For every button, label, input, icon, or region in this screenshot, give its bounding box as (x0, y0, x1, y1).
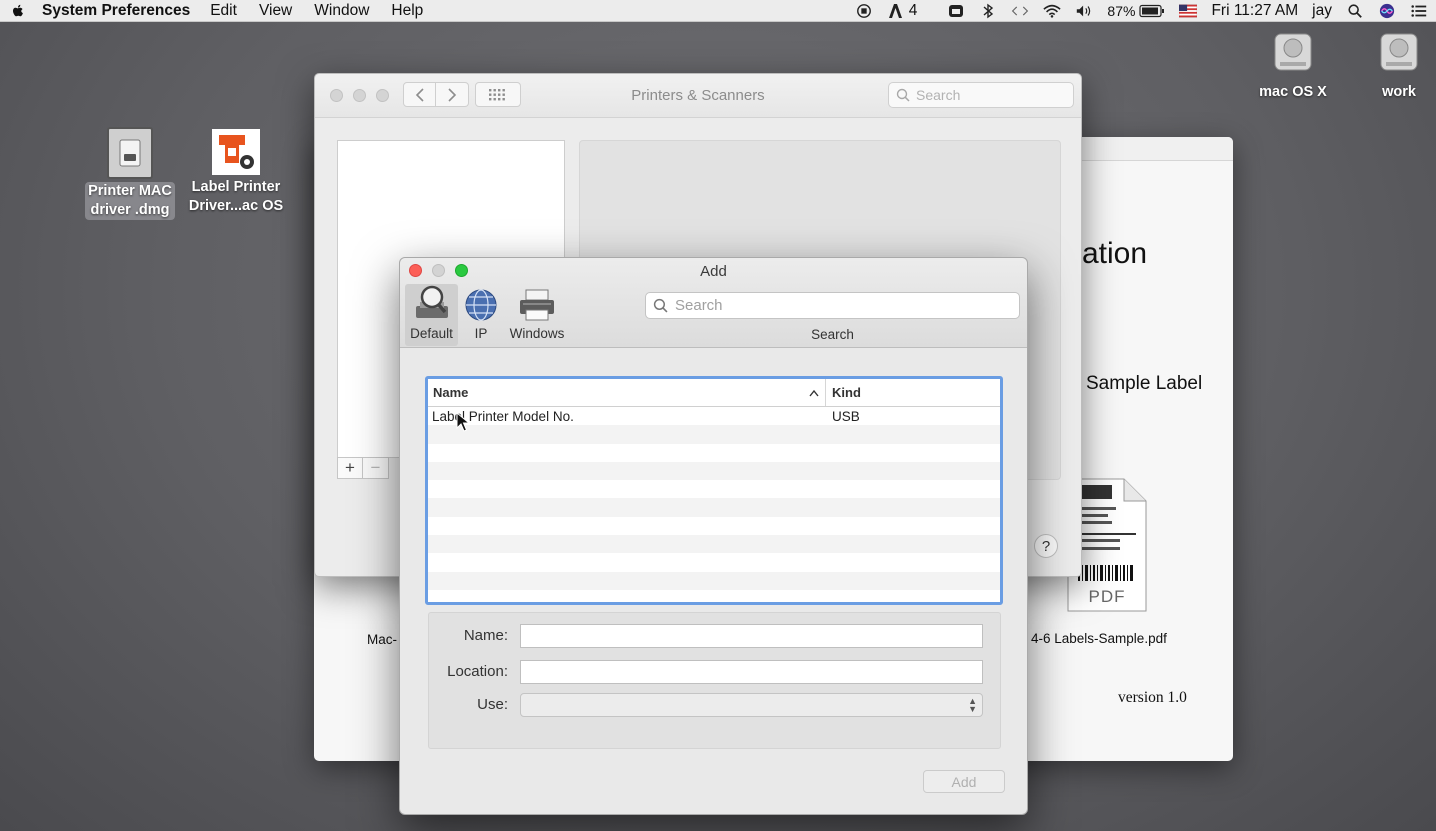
menu-view[interactable]: View (259, 2, 292, 20)
add-window-title: Add (700, 263, 727, 280)
hard-drive-icon (1256, 30, 1330, 80)
menu-bar: System Preferences Edit View Window Help… (0, 0, 1436, 22)
installer-version: version 1.0 (1118, 689, 1187, 706)
desktop-icon-label: mac OS X (1259, 84, 1327, 100)
column-header-name[interactable]: Name (428, 379, 826, 406)
updown-chevron-icon: ▲ ▼ (968, 696, 977, 714)
label-printer-installer-icon (212, 129, 260, 175)
desktop-icon-label-line2: Driver...ac OS (188, 198, 284, 214)
prefs-search-field[interactable]: Search (888, 82, 1074, 108)
hard-drive-icon (1368, 30, 1430, 80)
search-icon (653, 298, 668, 313)
printer-info-form: Name: Location: Use: ▲ ▼ (428, 612, 1001, 749)
table-row-empty (428, 425, 1000, 444)
installer-left-label: Mac- (367, 632, 397, 647)
add-search-placeholder: Search (675, 297, 723, 314)
adobe-creative-cloud-icon[interactable]: 4 (887, 1, 918, 20)
adobe-count: 4 (908, 1, 918, 19)
printer-name-cell: Label Printer Model No. (432, 408, 574, 424)
printer-browser-table[interactable]: Name Kind Label Printer Model No. USB (425, 376, 1003, 605)
table-row-empty (428, 443, 1000, 462)
spotlight-search-icon[interactable] (1346, 3, 1364, 19)
toolbar-windows-button[interactable]: Windows (504, 284, 570, 346)
table-row-empty (428, 498, 1000, 517)
table-row-empty (428, 571, 1000, 590)
desktop-icon-label-line1: Label Printer (191, 179, 281, 195)
desktop-icon-label: Printer MAC driver .dmg (85, 182, 175, 220)
battery-icon (1139, 4, 1165, 17)
desktop-icon-printer-driver-dmg[interactable]: Printer MAC driver .dmg (84, 127, 176, 220)
table-body: Label Printer Model No. USB (428, 407, 1000, 602)
table-row-empty (428, 589, 1000, 602)
column-header-kind[interactable]: Kind (826, 385, 861, 400)
dmg-file-icon (107, 127, 153, 179)
code-brackets-icon[interactable] (1011, 3, 1029, 19)
battery-percent: 87% (1107, 2, 1136, 19)
column-header-name-label: Name (433, 385, 469, 400)
mouse-cursor-icon (456, 412, 470, 432)
add-search-label: Search (811, 327, 854, 342)
use-field-label: Use: (477, 696, 508, 713)
desktop-icon-label: work (1382, 84, 1416, 100)
prefs-search-placeholder: Search (916, 87, 961, 103)
pdf-filename[interactable]: 4-6 Labels-Sample.pdf (1031, 631, 1167, 646)
notification-center-icon[interactable] (1410, 3, 1428, 19)
table-row-empty (428, 553, 1000, 572)
menu-edit[interactable]: Edit (210, 2, 237, 20)
installer-subheading: Sample Label (1086, 373, 1203, 394)
volume-icon[interactable] (1075, 3, 1093, 19)
toolbar-windows-label: Windows (509, 326, 565, 341)
desktop-icon-label-printer-driver[interactable]: Label Printer Driver...ac OS (184, 129, 288, 216)
windows-printer-icon (504, 284, 570, 322)
globe-icon (461, 284, 501, 322)
use-driver-select[interactable]: ▲ ▼ (520, 693, 983, 717)
add-printer-button[interactable]: + (337, 457, 363, 479)
desktop-icon-work-drive[interactable]: work (1368, 30, 1430, 102)
toolbar-ip-button[interactable]: IP (461, 284, 501, 346)
table-row-empty (428, 516, 1000, 536)
name-field[interactable] (520, 624, 983, 648)
menubar-clock[interactable]: Fri 11:27 AM (1211, 2, 1298, 20)
siri-icon[interactable] (1378, 3, 1396, 19)
desktop-icon-label-line2: driver .dmg (90, 202, 170, 218)
prefs-titlebar[interactable]: Printers & Scanners Search (315, 74, 1081, 118)
location-field-label: Location: (447, 663, 508, 680)
sort-ascending-icon (809, 389, 819, 396)
search-icon (896, 88, 910, 102)
installer-heading: ation (1082, 237, 1148, 270)
menu-help[interactable]: Help (391, 2, 423, 20)
toolbar-default-button[interactable]: Default (405, 284, 458, 346)
menubar-user[interactable]: jay (1312, 2, 1332, 20)
printer-list-controls: + − (337, 457, 389, 479)
desktop-icon-label-line1: Printer MAC (88, 183, 172, 199)
backup-icon[interactable] (947, 3, 965, 19)
toolbar-default-label: Default (410, 326, 453, 341)
table-row-empty (428, 461, 1000, 481)
table-row[interactable]: Label Printer Model No. USB (428, 407, 1000, 426)
remove-printer-button[interactable]: − (363, 457, 389, 479)
help-button[interactable]: ? (1034, 534, 1058, 558)
apple-menu-icon[interactable] (10, 3, 26, 19)
add-search-field[interactable]: Search (645, 292, 1020, 319)
toolbar-ip-label: IP (474, 326, 488, 341)
table-row-empty (428, 480, 1000, 499)
battery-status[interactable]: 87% (1107, 3, 1165, 19)
location-field[interactable] (520, 660, 983, 684)
wifi-icon[interactable] (1043, 3, 1062, 19)
printer-kind-cell: USB (832, 408, 860, 424)
menu-app-name[interactable]: System Preferences (42, 2, 190, 20)
pdf-badge: PDF (1088, 587, 1126, 606)
menu-window[interactable]: Window (314, 2, 369, 20)
add-toolbar: Add Default IP Windows Search Search (400, 258, 1027, 348)
add-printer-window: Add Default IP Windows Search Search Nam… (399, 257, 1028, 815)
screen-record-icon[interactable] (855, 3, 873, 19)
name-field-label: Name: (463, 627, 508, 644)
add-button[interactable]: Add (923, 770, 1005, 793)
default-printer-magnifier-icon (405, 284, 458, 322)
desktop-icon-macos-drive[interactable]: mac OS X (1256, 30, 1330, 102)
table-row-empty (428, 535, 1000, 554)
us-flag-input-icon[interactable] (1179, 3, 1198, 19)
bluetooth-icon[interactable] (979, 3, 997, 19)
table-header: Name Kind (428, 379, 1000, 407)
